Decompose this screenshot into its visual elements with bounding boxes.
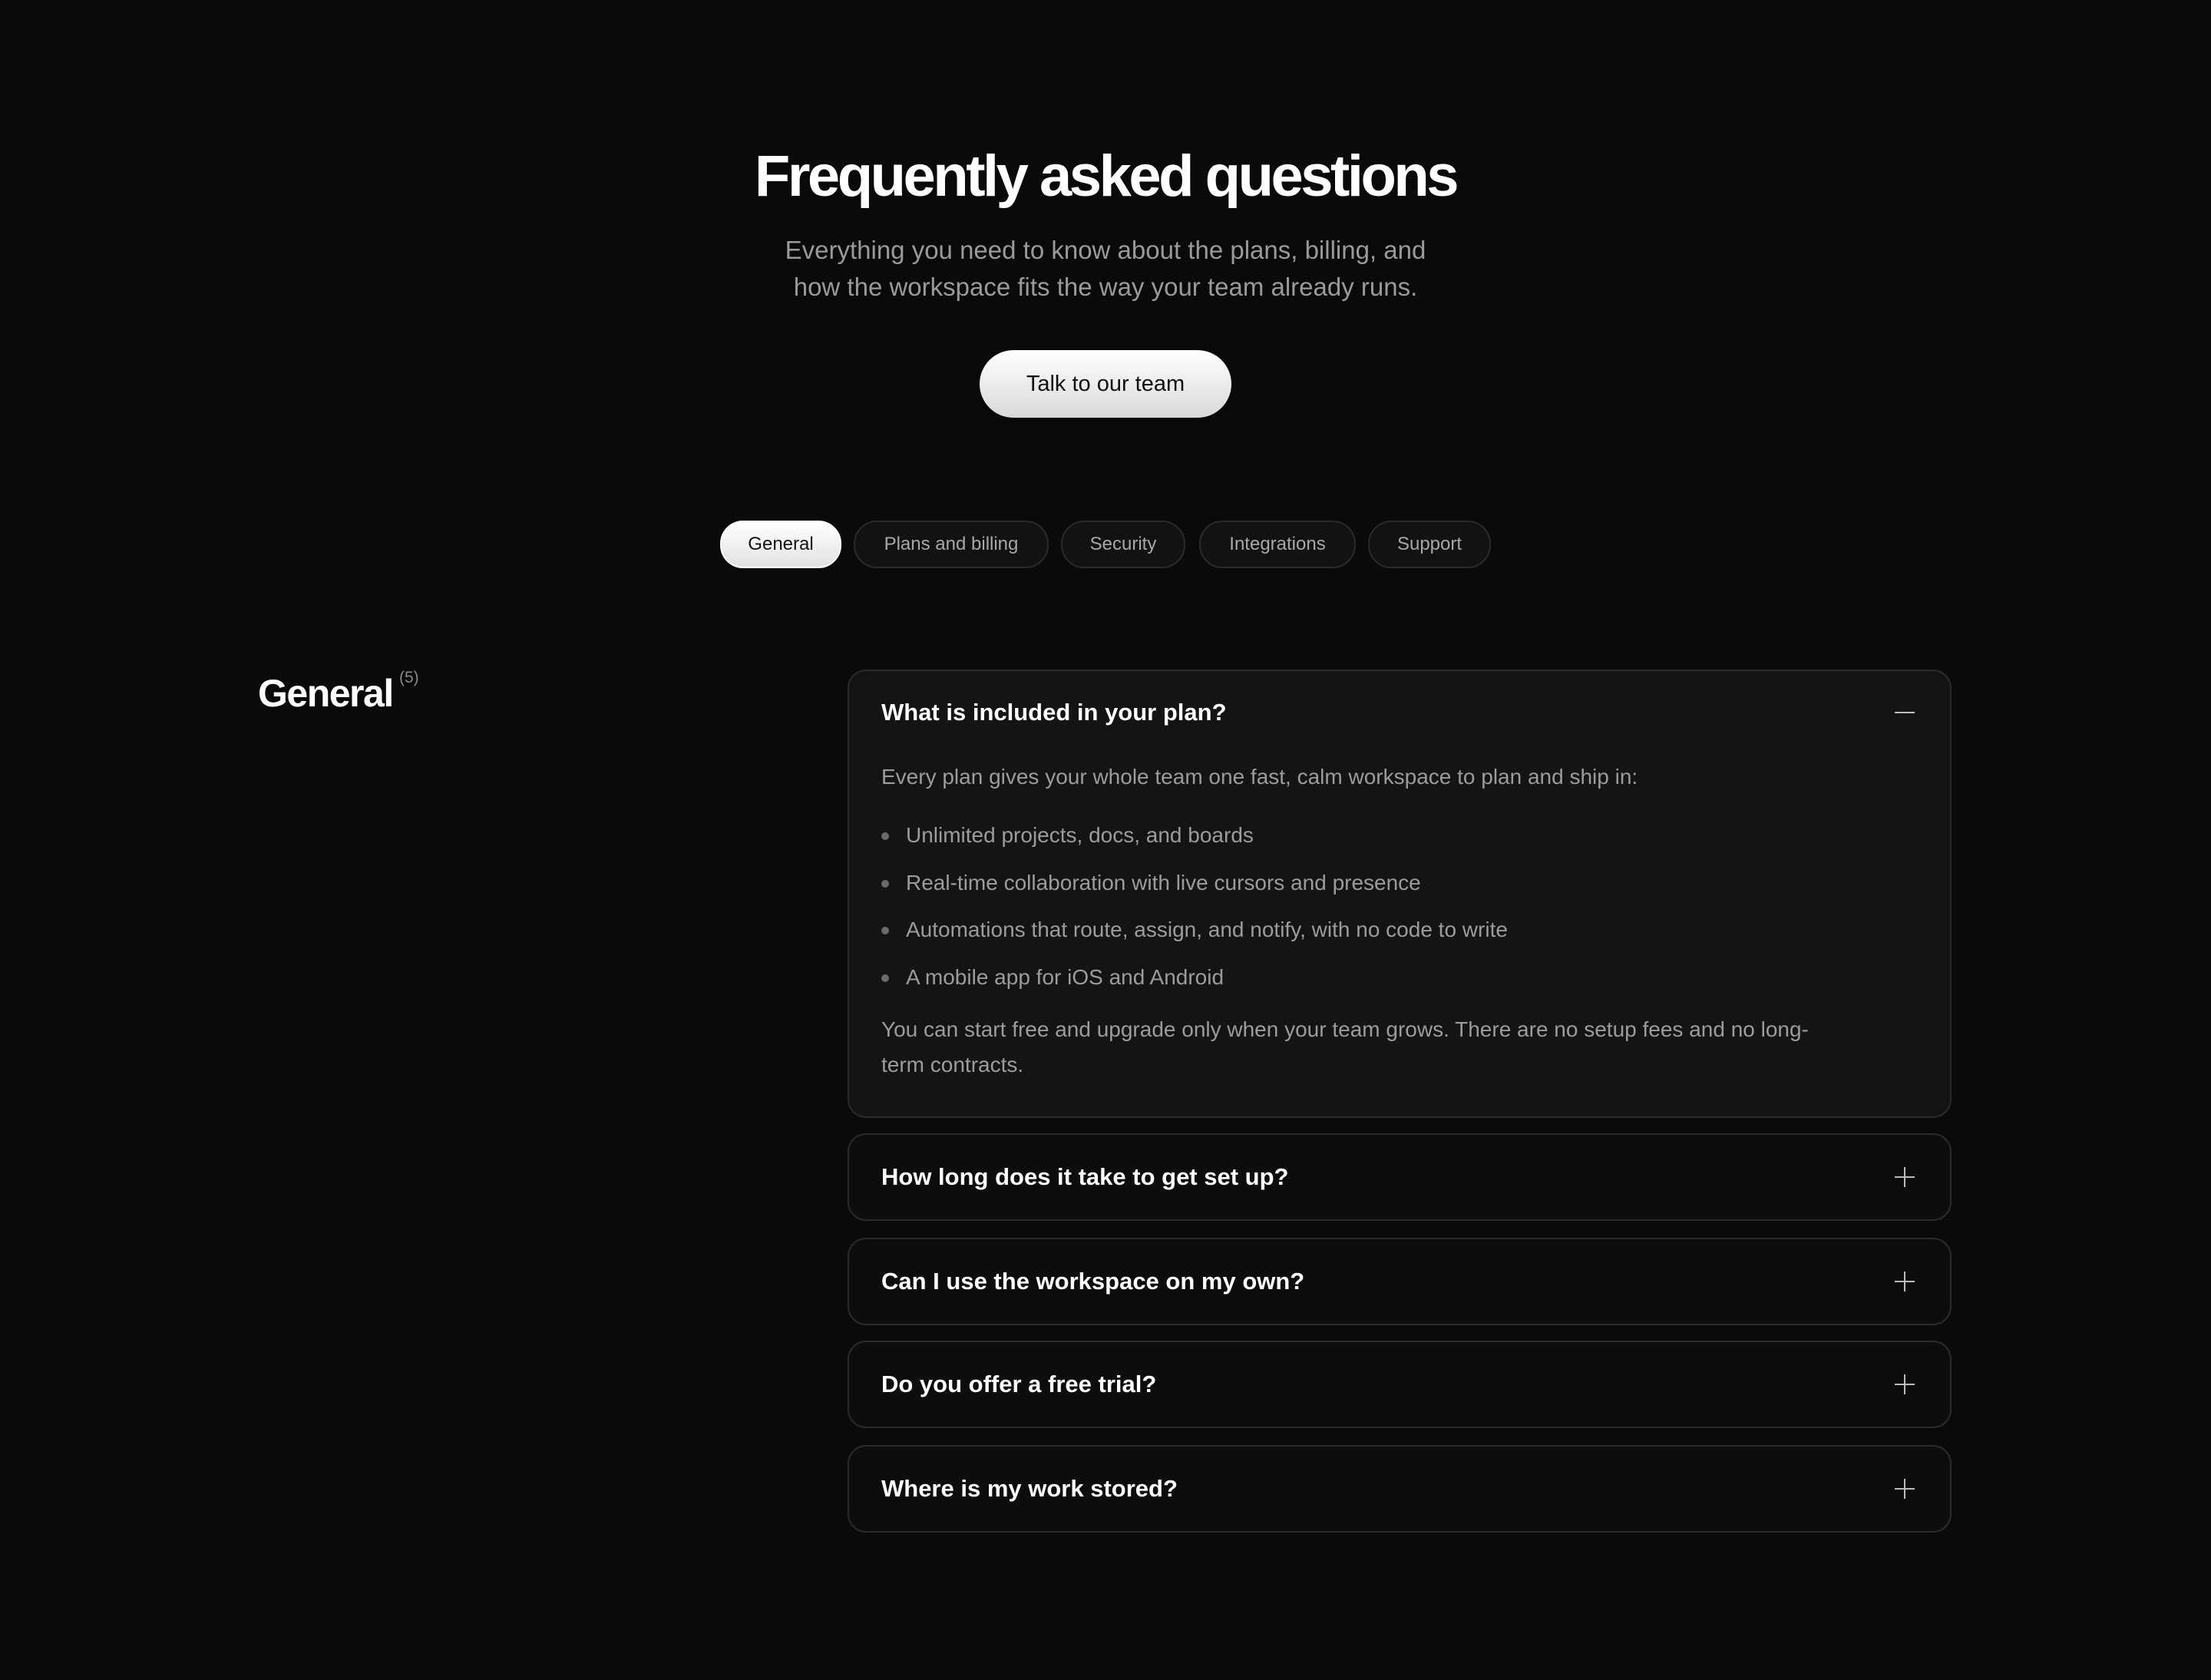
- plus-icon[interactable]: [1895, 1479, 1915, 1499]
- faq-answer-outro-line: You can start free and upgrade only when…: [881, 1017, 1809, 1041]
- page-title: Frequently asked questions: [754, 144, 1459, 209]
- faq-answer-outro: You can start free and upgrade only when…: [881, 1012, 1910, 1083]
- plus-icon[interactable]: [1895, 1167, 1915, 1187]
- list-item-text: A mobile app for iOS and Android: [906, 964, 1224, 989]
- faq-item[interactable]: Where is my work stored?: [848, 1445, 1952, 1533]
- faq-question[interactable]: Where is my work stored?: [881, 1447, 1178, 1531]
- bullet-icon: [881, 832, 889, 840]
- list-item: A mobile app for iOS and Android: [881, 962, 1508, 1010]
- faq-answer-outro-line: term contracts.: [881, 1053, 1024, 1076]
- faq-answer-intro: Every plan gives your whole team one fas…: [881, 765, 1638, 789]
- list-item: Real-time collaboration with live cursor…: [881, 868, 1508, 915]
- faq-question[interactable]: Can I use the workspace on my own?: [881, 1239, 1304, 1324]
- section-title: General: [258, 672, 394, 715]
- list-item-text: Real-time collaboration with live cursor…: [906, 870, 1421, 895]
- tab-general[interactable]: General: [720, 521, 841, 568]
- category-tabs: General Plans and billing Security Integ…: [0, 521, 2211, 568]
- plus-icon[interactable]: [1895, 1272, 1915, 1291]
- tab-plans-and-billing[interactable]: Plans and billing: [854, 521, 1049, 568]
- plus-icon[interactable]: [1895, 1374, 1915, 1394]
- bullet-icon: [881, 927, 889, 934]
- page-subtitle-line: Everything you need to know about the pl…: [785, 236, 1426, 264]
- bullet-icon: [881, 974, 889, 982]
- faq-answer-list: Unlimited projects, docs, and boards Rea…: [881, 820, 1508, 1009]
- faq-question[interactable]: What is included in your plan?: [881, 671, 1227, 754]
- plus-icon-vertical: [1904, 1272, 1905, 1291]
- faq-question[interactable]: How long does it take to get set up?: [881, 1135, 1288, 1219]
- plus-icon-vertical: [1904, 1167, 1905, 1187]
- faq-item[interactable]: Do you offer a free trial?: [848, 1341, 1952, 1428]
- list-item: Unlimited projects, docs, and boards: [881, 820, 1508, 868]
- plus-icon-vertical: [1904, 1374, 1905, 1394]
- plus-icon-vertical: [1904, 1479, 1905, 1499]
- page-subtitle: Everything you need to know about the pl…: [722, 232, 1489, 306]
- list-item-text: Unlimited projects, docs, and boards: [906, 823, 1254, 847]
- list-item-text: Automations that route, assign, and noti…: [906, 918, 1508, 941]
- minus-icon[interactable]: [1895, 703, 1915, 723]
- minus-icon-bar: [1895, 712, 1915, 713]
- faq-item-expanded: What is included in your plan? Every pla…: [848, 670, 1952, 1118]
- list-item: Automations that route, assign, and noti…: [881, 914, 1508, 962]
- tab-security[interactable]: Security: [1061, 521, 1185, 568]
- bullet-icon: [881, 879, 889, 888]
- talk-to-team-button[interactable]: Talk to our team: [980, 350, 1231, 418]
- faq-question[interactable]: Do you offer a free trial?: [881, 1342, 1156, 1427]
- faq-item[interactable]: Can I use the workspace on my own?: [848, 1238, 1952, 1325]
- faq-item[interactable]: How long does it take to get set up?: [848, 1133, 1952, 1221]
- tab-support[interactable]: Support: [1368, 521, 1491, 568]
- tab-integrations[interactable]: Integrations: [1199, 521, 1356, 568]
- page-subtitle-line: how the workspace fits the way your team…: [793, 273, 1418, 301]
- section-count-badge: (5): [399, 669, 419, 686]
